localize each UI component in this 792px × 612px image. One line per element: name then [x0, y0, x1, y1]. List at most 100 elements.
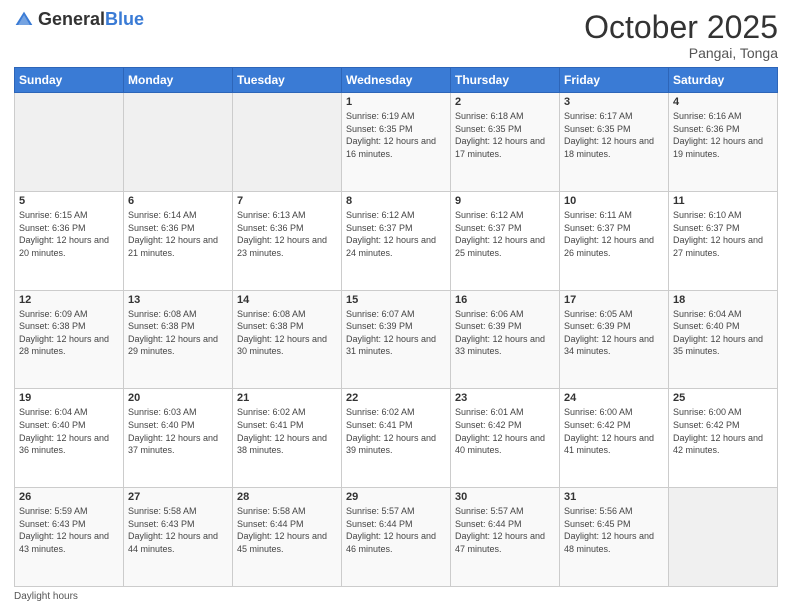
day-cell: 9 Sunrise: 6:12 AMSunset: 6:37 PMDaylight…	[451, 191, 560, 290]
day-cell: 20Sunrise: 6:03 AMSunset: 6:40 PMDayligh…	[124, 389, 233, 488]
day-info: Sunrise: 6:02 AMSunset: 6:41 PMDaylight:…	[346, 406, 446, 456]
day-number: 31	[564, 491, 664, 503]
logo: GeneralBlue	[14, 10, 144, 30]
day-info: Sunrise: 6:10 AMSunset: 6:37 PMDaylight:…	[673, 209, 773, 259]
day-info: Sunrise: 6:02 AMSunset: 6:41 PMDaylight:…	[237, 406, 337, 456]
weekday-header-saturday: Saturday	[669, 68, 778, 93]
day-info: Sunrise: 6:03 AMSunset: 6:40 PMDaylight:…	[128, 406, 228, 456]
day-info: Sunrise: 6:04 AMSunset: 6:40 PMDaylight:…	[673, 308, 773, 358]
day-number: 6	[128, 195, 228, 207]
day-cell	[233, 93, 342, 192]
daylight-label: Daylight hours	[14, 591, 78, 602]
day-number: 27	[128, 491, 228, 503]
header: GeneralBlue October 2025 Pangai, Tonga	[14, 10, 778, 61]
day-cell: 17Sunrise: 6:05 AMSunset: 6:39 PMDayligh…	[560, 290, 669, 389]
day-info: Sunrise: 6:07 AMSunset: 6:39 PMDaylight:…	[346, 308, 446, 358]
day-cell: 16 Sunrise: 6:06 AMSunset: 6:39 PMDayligh…	[451, 290, 560, 389]
day-number: 28	[237, 491, 337, 503]
day-cell: 12Sunrise: 6:09 AMSunset: 6:38 PMDayligh…	[15, 290, 124, 389]
day-number: 4	[673, 96, 773, 108]
day-number: 9	[455, 195, 555, 207]
day-info: Sunrise: 6:05 AMSunset: 6:39 PMDaylight:…	[564, 308, 664, 358]
day-number: 13	[128, 294, 228, 306]
day-cell: 11 Sunrise: 6:10 AMSunset: 6:37 PMDayligh…	[669, 191, 778, 290]
day-cell: 7Sunrise: 6:13 AMSunset: 6:36 PMDaylight…	[233, 191, 342, 290]
day-info: Sunrise: 6:19 AMSunset: 6:35 PMDaylight:…	[346, 110, 446, 160]
weekday-header-monday: Monday	[124, 68, 233, 93]
logo-blue: Blue	[105, 9, 144, 29]
weekday-header-thursday: Thursday	[451, 68, 560, 93]
day-info: Sunrise: 5:57 AMSunset: 6:44 PMDaylight:…	[455, 505, 555, 555]
weekday-header-tuesday: Tuesday	[233, 68, 342, 93]
day-info: Sunrise: 6:09 AMSunset: 6:38 PMDaylight:…	[19, 308, 119, 358]
day-info: Sunrise: 6:14 AMSunset: 6:36 PMDaylight:…	[128, 209, 228, 259]
day-info: Sunrise: 6:18 AMSunset: 6:35 PMDaylight:…	[455, 110, 555, 160]
day-cell	[669, 488, 778, 587]
day-info: Sunrise: 6:08 AMSunset: 6:38 PMDaylight:…	[128, 308, 228, 358]
month-title: October 2025	[584, 10, 778, 45]
week-row-3: 12Sunrise: 6:09 AMSunset: 6:38 PMDayligh…	[15, 290, 778, 389]
day-cell: 19 Sunrise: 6:04 AMSunset: 6:40 PMDayligh…	[15, 389, 124, 488]
day-info: Sunrise: 5:58 AMSunset: 6:43 PMDaylight:…	[128, 505, 228, 555]
day-cell: 18Sunrise: 6:04 AMSunset: 6:40 PMDayligh…	[669, 290, 778, 389]
weekday-header-friday: Friday	[560, 68, 669, 93]
day-cell: 4 Sunrise: 6:16 AMSunset: 6:36 PMDaylight…	[669, 93, 778, 192]
day-info: Sunrise: 6:15 AMSunset: 6:36 PMDaylight:…	[19, 209, 119, 259]
day-number: 24	[564, 392, 664, 404]
day-info: Sunrise: 6:00 AMSunset: 6:42 PMDaylight:…	[673, 406, 773, 456]
location-title: Pangai, Tonga	[584, 45, 778, 61]
day-info: Sunrise: 5:58 AMSunset: 6:44 PMDaylight:…	[237, 505, 337, 555]
day-info: Sunrise: 6:04 AMSunset: 6:40 PMDaylight:…	[19, 406, 119, 456]
day-cell: 5 Sunrise: 6:15 AMSunset: 6:36 PMDaylight…	[15, 191, 124, 290]
weekday-header-wednesday: Wednesday	[342, 68, 451, 93]
day-info: Sunrise: 6:11 AMSunset: 6:37 PMDaylight:…	[564, 209, 664, 259]
day-cell	[15, 93, 124, 192]
day-number: 23	[455, 392, 555, 404]
day-cell: 29 Sunrise: 5:57 AMSunset: 6:44 PMDayligh…	[342, 488, 451, 587]
day-cell: 28 Sunrise: 5:58 AMSunset: 6:44 PMDayligh…	[233, 488, 342, 587]
day-info: Sunrise: 6:12 AMSunset: 6:37 PMDaylight:…	[455, 209, 555, 259]
day-info: Sunrise: 5:56 AMSunset: 6:45 PMDaylight:…	[564, 505, 664, 555]
day-number: 5	[19, 195, 119, 207]
week-row-1: 1Sunrise: 6:19 AMSunset: 6:35 PMDaylight…	[15, 93, 778, 192]
day-info: Sunrise: 6:08 AMSunset: 6:38 PMDaylight:…	[237, 308, 337, 358]
day-number: 15	[346, 294, 446, 306]
footer-note: Daylight hours	[14, 591, 778, 602]
day-number: 29	[346, 491, 446, 503]
week-row-5: 26 Sunrise: 5:59 AMSunset: 6:43 PMDayligh…	[15, 488, 778, 587]
day-number: 26	[19, 491, 119, 503]
day-number: 14	[237, 294, 337, 306]
calendar-table: SundayMondayTuesdayWednesdayThursdayFrid…	[14, 67, 778, 587]
day-cell: 27 Sunrise: 5:58 AMSunset: 6:43 PMDayligh…	[124, 488, 233, 587]
day-number: 30	[455, 491, 555, 503]
day-cell: 31 Sunrise: 5:56 AMSunset: 6:45 PMDayligh…	[560, 488, 669, 587]
week-row-2: 5 Sunrise: 6:15 AMSunset: 6:36 PMDaylight…	[15, 191, 778, 290]
day-cell: 2 Sunrise: 6:18 AMSunset: 6:35 PMDaylight…	[451, 93, 560, 192]
generalblue-logo-icon	[14, 10, 34, 30]
day-number: 19	[19, 392, 119, 404]
day-number: 25	[673, 392, 773, 404]
day-info: Sunrise: 6:00 AMSunset: 6:42 PMDaylight:…	[564, 406, 664, 456]
day-cell: 26 Sunrise: 5:59 AMSunset: 6:43 PMDayligh…	[15, 488, 124, 587]
day-info: Sunrise: 6:16 AMSunset: 6:36 PMDaylight:…	[673, 110, 773, 160]
day-number: 21	[237, 392, 337, 404]
day-number: 16	[455, 294, 555, 306]
day-cell: 1Sunrise: 6:19 AMSunset: 6:35 PMDaylight…	[342, 93, 451, 192]
day-info: Sunrise: 5:59 AMSunset: 6:43 PMDaylight:…	[19, 505, 119, 555]
day-number: 7	[237, 195, 337, 207]
day-cell: 21 Sunrise: 6:02 AMSunset: 6:41 PMDayligh…	[233, 389, 342, 488]
day-number: 10	[564, 195, 664, 207]
day-info: Sunrise: 6:06 AMSunset: 6:39 PMDaylight:…	[455, 308, 555, 358]
weekday-header-sunday: Sunday	[15, 68, 124, 93]
day-number: 8	[346, 195, 446, 207]
day-number: 2	[455, 96, 555, 108]
day-info: Sunrise: 5:57 AMSunset: 6:44 PMDaylight:…	[346, 505, 446, 555]
day-cell: 8Sunrise: 6:12 AMSunset: 6:37 PMDaylight…	[342, 191, 451, 290]
day-cell: 30 Sunrise: 5:57 AMSunset: 6:44 PMDayligh…	[451, 488, 560, 587]
day-cell: 15 Sunrise: 6:07 AMSunset: 6:39 PMDayligh…	[342, 290, 451, 389]
day-cell: 3Sunrise: 6:17 AMSunset: 6:35 PMDaylight…	[560, 93, 669, 192]
day-number: 11	[673, 195, 773, 207]
day-cell: 13 Sunrise: 6:08 AMSunset: 6:38 PMDayligh…	[124, 290, 233, 389]
logo-text: GeneralBlue	[38, 10, 144, 30]
day-cell: 22Sunrise: 6:02 AMSunset: 6:41 PMDayligh…	[342, 389, 451, 488]
